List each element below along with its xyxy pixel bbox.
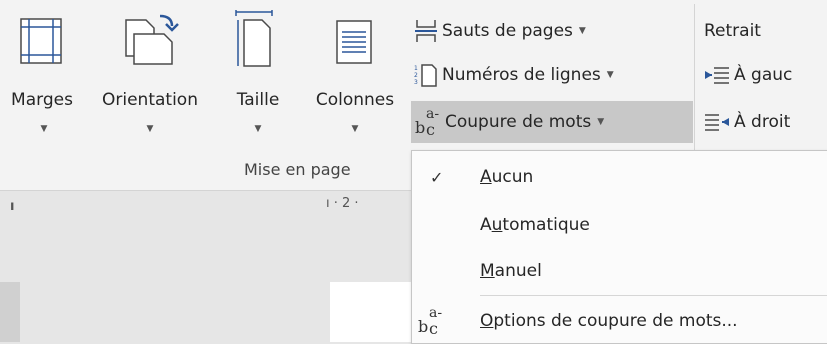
- margins-button[interactable]: Marges ▼: [0, 0, 88, 150]
- svg-text:2: 2: [414, 72, 418, 79]
- chevron-down-icon: ▼: [254, 124, 262, 134]
- hyphenation-button[interactable]: b c a- Coupure de mots ▼: [411, 101, 693, 143]
- chevron-down-icon: ▼: [597, 117, 605, 127]
- menu-item-none[interactable]: ✓ Aucun: [412, 157, 827, 197]
- menu-item-automatic[interactable]: Automatique: [412, 205, 827, 245]
- ruler-tick-label: ı · 2 ·: [326, 196, 359, 211]
- breaks-label: Sauts de pages: [442, 21, 573, 41]
- group-label-page-setup: Mise en page: [244, 160, 351, 179]
- document-page[interactable]: [330, 282, 420, 342]
- check-icon: ✓: [430, 167, 444, 187]
- orientation-icon: [125, 14, 179, 65]
- page-breaks-icon: [415, 20, 437, 42]
- ruler-indent-marker[interactable]: ı: [10, 199, 14, 214]
- line-numbers-label: Numéros de lignes: [442, 65, 601, 85]
- hyphenation-icon: b c a-: [415, 106, 440, 139]
- line-numbers-button[interactable]: 1 2 3 Numéros de lignes ▼: [414, 58, 614, 92]
- orientation-button[interactable]: Orientation ▼: [90, 0, 210, 150]
- columns-icon: [336, 20, 372, 64]
- menu-separator: [480, 295, 827, 296]
- line-numbers-icon: 1 2 3: [414, 64, 437, 87]
- group-separator: [694, 4, 695, 154]
- indent-right-icon: [705, 114, 729, 131]
- breaks-button[interactable]: Sauts de pages ▼: [414, 14, 586, 48]
- menu-item-manual-label: Manuel: [480, 261, 542, 281]
- navigation-pane-edge: [0, 282, 20, 342]
- chevron-down-icon: ▼: [351, 124, 359, 134]
- hyphenation-options-icon: b c a-: [418, 305, 443, 338]
- chevron-down-icon: ▼: [578, 26, 586, 36]
- menu-item-automatic-label: Automatique: [480, 215, 590, 235]
- chevron-down-icon: ▼: [606, 70, 614, 80]
- menu-item-options-label: Options de coupure de mots...: [480, 311, 738, 331]
- chevron-down-icon: ▼: [40, 124, 48, 134]
- chevron-down-icon: ▼: [146, 124, 154, 134]
- indent-left-field[interactable]: À gauc: [704, 58, 792, 92]
- hyphenation-menu: ✓ Aucun Automatique Manuel b c a- Options …: [411, 150, 827, 344]
- menu-item-manual[interactable]: Manuel: [412, 251, 827, 291]
- size-label: Taille: [236, 90, 280, 110]
- margins-icon: [20, 18, 62, 64]
- indent-right-label: À droit: [734, 112, 791, 132]
- indent-right-field[interactable]: À droit: [704, 101, 790, 143]
- size-button[interactable]: Taille ▼: [228, 0, 288, 150]
- orientation-label: Orientation: [102, 90, 198, 110]
- menu-item-options[interactable]: b c a- Options de coupure de mots...: [412, 301, 827, 341]
- size-icon: [235, 10, 273, 67]
- menu-item-none-label: Aucun: [480, 167, 534, 187]
- margins-label: Marges: [11, 90, 73, 110]
- hyphenation-label: Coupure de mots: [445, 112, 592, 132]
- indent-left-icon: [705, 67, 729, 84]
- indent-title: Retrait: [704, 21, 761, 41]
- svg-text:1: 1: [414, 65, 418, 72]
- columns-button[interactable]: Colonnes ▼: [300, 0, 410, 150]
- svg-text:3: 3: [414, 79, 418, 86]
- columns-label: Colonnes: [315, 90, 395, 110]
- indent-left-label: À gauc: [734, 65, 793, 85]
